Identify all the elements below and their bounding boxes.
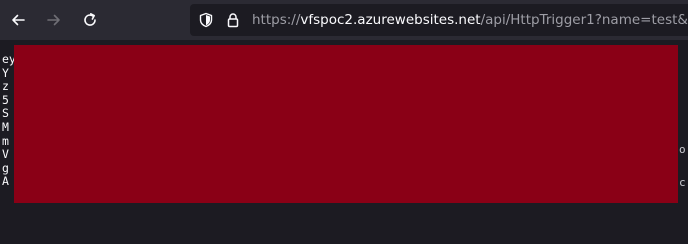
reload-icon [84, 13, 96, 26]
lock-icon[interactable] [225, 12, 241, 28]
url-path: /api/HttpTrigger1?name=test&code=9 [480, 12, 688, 28]
tracking-protection-shield-icon[interactable] [198, 12, 214, 28]
redaction-overlay-top [30, 45, 678, 71]
reload-button[interactable] [76, 6, 104, 34]
edge-text-fragment: c [679, 176, 686, 189]
browser-toolbar: https://vfspoc2.azurewebsites.net/api/Ht… [0, 0, 688, 40]
back-button[interactable] [4, 6, 32, 34]
page-content: eyJ0 Y z 5 S M m V g A o c [0, 41, 688, 244]
forward-arrow-icon [47, 14, 60, 26]
address-bar[interactable]: https://vfspoc2.azurewebsites.net/api/Ht… [190, 4, 688, 36]
forward-button[interactable] [40, 6, 68, 34]
back-arrow-icon [12, 14, 25, 26]
url-host: vfspoc2.azurewebsites.net [300, 12, 481, 28]
url-scheme: https:// [252, 12, 301, 28]
edge-text-fragment: o [679, 143, 686, 156]
url-text[interactable]: https://vfspoc2.azurewebsites.net/api/Ht… [252, 4, 688, 36]
